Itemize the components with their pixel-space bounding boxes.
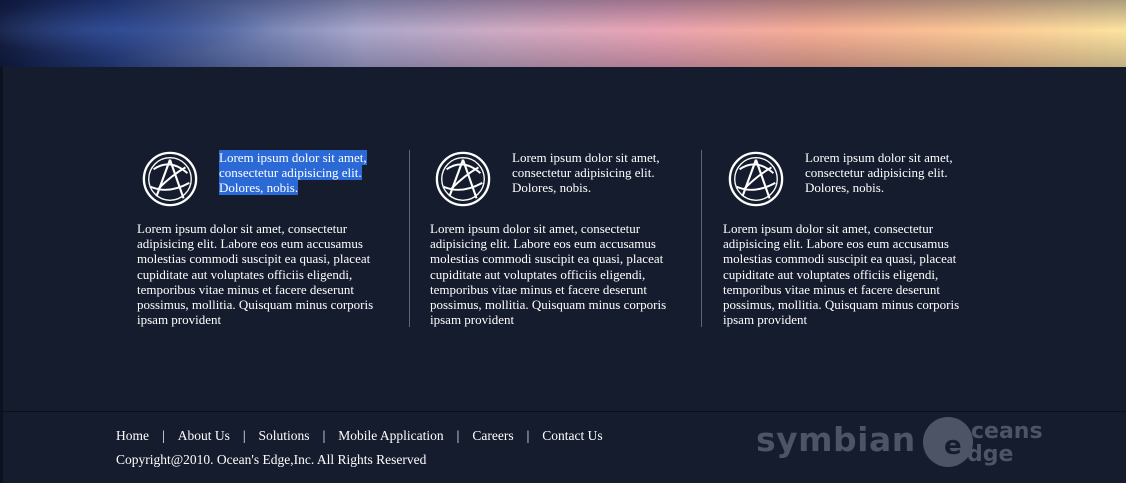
feature-heading: Lorem ipsum dolor sit amet, consectetur … [219, 150, 367, 195]
footer-link-contact-us[interactable]: Contact Us [542, 428, 602, 443]
footer-nav: Home | About Us | Solutions | Mobile Applicati… [116, 428, 603, 444]
globe-icon [435, 151, 491, 207]
globe-icon [142, 151, 198, 207]
globe-icon [728, 151, 784, 207]
left-edge [0, 67, 3, 483]
footer-link-mobile-application[interactable]: Mobile Application [338, 428, 443, 443]
svg-text:e: e [944, 431, 962, 461]
footer-link-solutions[interactable]: Solutions [259, 428, 310, 443]
footer-link-home[interactable]: Home [116, 428, 149, 443]
svg-text:dge: dge [967, 442, 1013, 467]
column-divider [701, 150, 702, 327]
header-banner [0, 0, 1126, 67]
feature-body: Lorem ipsum dolor sit amet, consectetur … [723, 221, 960, 328]
nav-separator: | [162, 428, 165, 443]
nav-separator: | [322, 428, 326, 443]
nav-separator: | [526, 428, 530, 443]
feature-body: Lorem ipsum dolor sit amet, consectetur … [137, 221, 374, 328]
footer-link-about-us[interactable]: About Us [178, 428, 230, 443]
nav-separator: | [456, 428, 460, 443]
feature-body: Lorem ipsum dolor sit amet, consectetur … [430, 221, 667, 328]
symbian-logo: symbian [756, 420, 916, 459]
column-divider [409, 150, 410, 327]
footer-link-careers[interactable]: Careers [472, 428, 513, 443]
nav-separator: | [242, 428, 246, 443]
feature-heading: Lorem ipsum dolor sit amet, consectetur … [805, 150, 953, 195]
copyright-text: Copyright@2010. Ocean's Edge,Inc. All Ri… [116, 452, 427, 467]
footer-divider [0, 411, 1126, 412]
feature-heading: Lorem ipsum dolor sit amet, consectetur … [512, 150, 660, 195]
oceans-edge-logo: e ceans dge [923, 417, 1043, 467]
svg-text:ceans: ceans [971, 419, 1043, 444]
